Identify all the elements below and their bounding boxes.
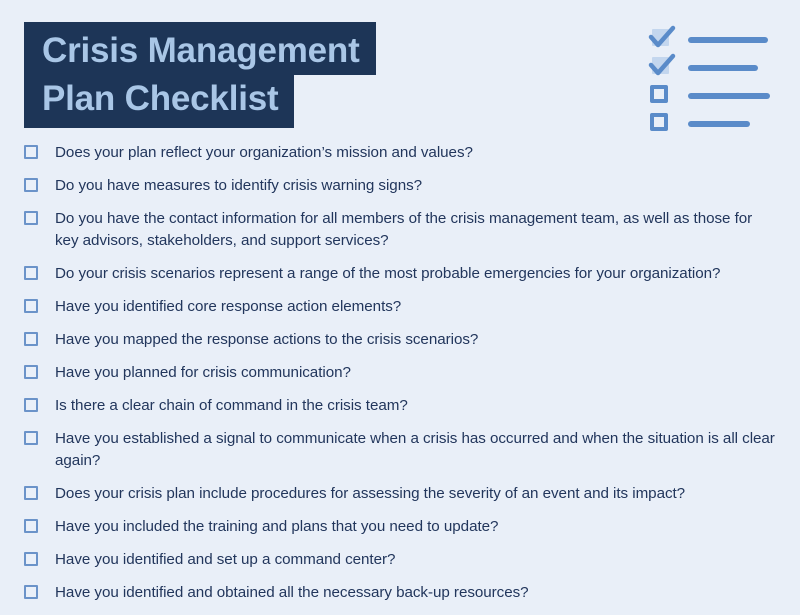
checkbox-outline: [650, 85, 668, 103]
checklist-icon: [648, 25, 774, 138]
checklist-item-label: Have you mapped the response actions to …: [55, 331, 479, 348]
checkbox-icon[interactable]: [24, 552, 38, 566]
checklist-icon-line: [688, 121, 750, 127]
checklist-page: Crisis Management Plan Checklist Does yo…: [0, 0, 800, 601]
checkbox-icon[interactable]: [24, 486, 38, 500]
checklist-item[interactable]: Have you identified and set up a command…: [24, 549, 776, 571]
checkbox-icon[interactable]: [24, 211, 38, 225]
checklist-item-label: Do you have measures to identify crisis …: [55, 177, 423, 194]
checklist-item-label: Have you planned for crisis communicatio…: [55, 364, 351, 381]
checklist-item[interactable]: Have you planned for crisis communicatio…: [24, 362, 776, 384]
checked-box-icon: [648, 25, 676, 54]
checkbox-icon[interactable]: [24, 431, 38, 445]
checkbox-outline: [650, 113, 668, 131]
checklist-item[interactable]: Does your crisis plan include procedures…: [24, 483, 776, 505]
checklist-item-label: Does your crisis plan include procedures…: [55, 485, 686, 502]
checkbox-icon[interactable]: [24, 365, 38, 379]
checklist-icon-row: [648, 110, 774, 138]
checkbox-icon[interactable]: [24, 178, 38, 192]
page-title-line-2: Plan Checklist: [24, 75, 295, 128]
check-mark-icon: [648, 53, 676, 76]
checkbox-icon[interactable]: [24, 332, 38, 346]
checklist-item-label: Have you identified and obtained all the…: [55, 584, 529, 601]
checklist-icon-line: [688, 37, 768, 43]
checklist-items-container: Does your plan reflect your organization…: [24, 142, 776, 615]
checklist-item[interactable]: Have you mapped the response actions to …: [24, 329, 776, 351]
checklist-icon-row: [648, 53, 774, 82]
checklist-item[interactable]: Have you identified and obtained all the…: [24, 582, 776, 604]
checklist-item[interactable]: Does your plan reflect your organization…: [24, 142, 776, 164]
checklist-item[interactable]: Do you have the contact information for …: [24, 208, 776, 252]
checked-box-icon: [648, 53, 676, 82]
checklist-item-label: Have you included the training and plans…: [55, 518, 499, 535]
checklist-item-label: Have you identified and set up a command…: [55, 551, 396, 568]
checkbox-icon[interactable]: [24, 519, 38, 533]
checklist-icon-row: [648, 25, 774, 54]
checklist-item-label: Do you have the contact information for …: [55, 210, 753, 249]
checklist-item-label: Do your crisis scenarios represent a ran…: [55, 265, 721, 282]
checklist-item[interactable]: Have you included the training and plans…: [24, 516, 776, 538]
checklist-item[interactable]: Have you identified core response action…: [24, 296, 776, 318]
empty-box-icon: [648, 82, 676, 110]
checkbox-icon[interactable]: [24, 145, 38, 159]
page-header: Crisis Management Plan Checklist: [24, 22, 464, 128]
checklist-icon-line: [688, 65, 758, 71]
checklist-item[interactable]: Is there a clear chain of command in the…: [24, 395, 776, 417]
checklist-icon-row: [648, 82, 774, 110]
check-mark-icon: [648, 25, 676, 48]
page-title-line-1: Crisis Management: [24, 22, 376, 75]
checklist-item[interactable]: Do you have measures to identify crisis …: [24, 175, 776, 197]
checkbox-icon[interactable]: [24, 398, 38, 412]
checklist-item-label: Have you identified core response action…: [55, 298, 402, 315]
checklist-item-label: Does your plan reflect your organization…: [55, 144, 473, 161]
checkbox-icon[interactable]: [24, 299, 38, 313]
checklist-item[interactable]: Have you established a signal to communi…: [24, 428, 776, 472]
checkbox-icon[interactable]: [24, 585, 38, 599]
checklist-item[interactable]: Do your crisis scenarios represent a ran…: [24, 263, 776, 285]
checkbox-icon[interactable]: [24, 266, 38, 280]
empty-box-icon: [648, 110, 676, 138]
checklist-icon-line: [688, 93, 770, 99]
checklist-item-label: Have you established a signal to communi…: [55, 430, 775, 469]
checklist-item-label: Is there a clear chain of command in the…: [55, 397, 408, 414]
